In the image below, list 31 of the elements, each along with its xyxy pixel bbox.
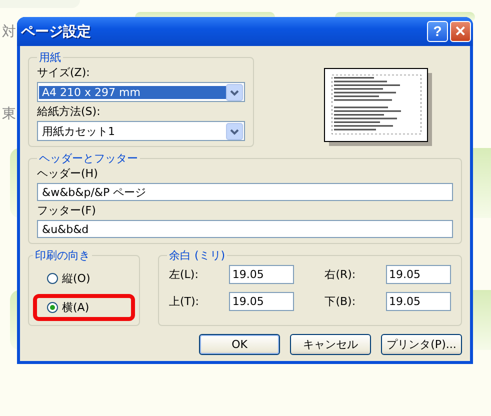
margin-input[interactable]: 19.05 [229, 265, 294, 284]
margin-input[interactable]: 19.05 [229, 292, 294, 311]
help-button[interactable]: ? [427, 21, 448, 42]
radio-button[interactable] [47, 273, 58, 284]
cancel-button[interactable]: キャンセル [290, 334, 371, 355]
footer-label: フッター(F) [37, 203, 97, 218]
size-dropdown[interactable]: A4 210 x 297 mm [37, 82, 245, 102]
group-title: 用紙 [38, 50, 62, 65]
margin-label: 下(B): [324, 294, 356, 309]
margin-label: 上(T): [169, 294, 200, 309]
page-text: 東 [2, 105, 16, 123]
footer-input[interactable]: &u&b&d [37, 220, 453, 238]
window-title: ページ設定 [21, 22, 92, 40]
margin-label: 左(L): [169, 267, 200, 282]
page-text: 対 [2, 23, 16, 41]
radio-option[interactable]: 縦(O) [39, 271, 129, 286]
group-title: ヘッダーとフッター [38, 151, 139, 166]
source-label: 給紙方法(S): [37, 104, 102, 119]
margin-label: 右(R): [324, 267, 356, 282]
size-label: サイズ(Z): [37, 65, 91, 80]
header-label: ヘッダー(H) [37, 166, 99, 181]
group-title: 余白 (ミリ) [168, 248, 226, 263]
source-dropdown[interactable]: 用紙カセット1 [37, 121, 245, 141]
printer-button[interactable]: プリンタ(P)... [381, 334, 462, 355]
group-title: 印刷の向き [34, 248, 91, 263]
margin-input[interactable]: 19.05 [386, 292, 451, 311]
radio-option[interactable]: 横(A) [39, 300, 129, 315]
radio-button[interactable] [47, 302, 58, 313]
ok-button[interactable]: OK [199, 334, 280, 355]
margin-input[interactable]: 19.05 [386, 265, 451, 284]
header-input[interactable]: &w&b&p/&P ページ [37, 183, 453, 201]
